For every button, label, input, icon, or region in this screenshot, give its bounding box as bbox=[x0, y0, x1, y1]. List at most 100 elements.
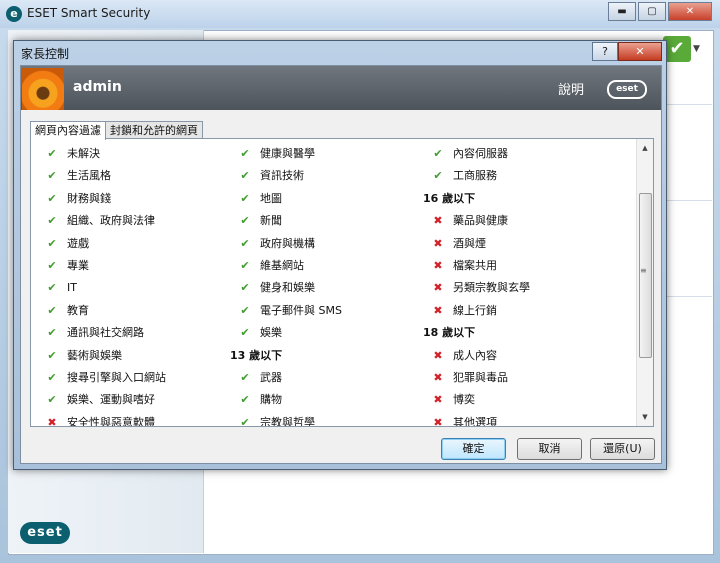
category-item[interactable]: ✔ 宗教與哲學 bbox=[228, 414, 342, 426]
category-item[interactable]: ✔ 工商服務 bbox=[421, 167, 530, 189]
allowed-check-icon[interactable]: ✔ bbox=[238, 324, 252, 342]
category-item[interactable]: ✔ 教育 bbox=[35, 302, 166, 324]
allowed-check-icon[interactable]: ✔ bbox=[45, 324, 59, 342]
category-item[interactable]: ✔ 政府與機構 bbox=[228, 235, 342, 257]
category-item[interactable]: ✖ 另類宗教與玄學 bbox=[421, 279, 530, 301]
allowed-check-icon[interactable]: ✔ bbox=[238, 145, 252, 163]
allowed-check-icon[interactable]: ✔ bbox=[45, 279, 59, 297]
category-item[interactable]: ✖ 檔案共用 bbox=[421, 257, 530, 279]
dialog-close-button[interactable]: ✕ bbox=[618, 42, 662, 61]
category-item[interactable]: ✔ 藝術與娛樂 bbox=[35, 347, 166, 369]
category-item[interactable]: ✔ 武器 bbox=[228, 369, 342, 391]
category-item[interactable]: ✔ 健身和娛樂 bbox=[228, 279, 342, 301]
category-item[interactable]: ✖ 犯罪與毒品 bbox=[421, 369, 530, 391]
category-item[interactable]: ✔ 搜尋引擎與入口網站 bbox=[35, 369, 166, 391]
allowed-check-icon[interactable]: ✔ bbox=[238, 257, 252, 275]
category-item[interactable]: ✔ 健康與醫學 bbox=[228, 145, 342, 167]
category-label: 健康與醫學 bbox=[260, 147, 315, 160]
ok-button[interactable]: 確定 bbox=[441, 438, 506, 460]
allowed-check-icon[interactable]: ✔ bbox=[45, 190, 59, 208]
category-item[interactable]: ✔ 生活風格 bbox=[35, 167, 166, 189]
category-label: 未解決 bbox=[67, 147, 100, 160]
category-label: 18 歲以下 bbox=[423, 326, 476, 340]
allowed-check-icon[interactable]: ✔ bbox=[45, 302, 59, 320]
vertical-scrollbar[interactable]: ▲ ≡ ▼ bbox=[636, 139, 653, 426]
category-item[interactable]: ✔ 娛樂、運動與嗜好 bbox=[35, 391, 166, 413]
category-label: 財務與錢 bbox=[67, 191, 111, 205]
tab-blocked-allowed-pages[interactable]: 封鎖和允許的網頁 bbox=[105, 121, 203, 139]
blocked-x-icon[interactable]: ✖ bbox=[431, 347, 445, 365]
category-label: 犯罪與毒品 bbox=[453, 370, 508, 384]
maximize-button[interactable]: ▢ bbox=[638, 2, 666, 21]
allowed-check-icon[interactable]: ✔ bbox=[238, 391, 252, 409]
allowed-check-icon[interactable]: ✔ bbox=[45, 212, 59, 230]
allowed-check-icon[interactable]: ✔ bbox=[45, 369, 59, 387]
allowed-check-icon[interactable]: ✔ bbox=[238, 414, 252, 426]
blocked-x-icon[interactable]: ✖ bbox=[431, 235, 445, 253]
scroll-up-icon[interactable]: ▲ bbox=[637, 141, 653, 155]
help-link[interactable]: 說明 bbox=[558, 79, 584, 98]
category-item[interactable]: ✔ 購物 bbox=[228, 391, 342, 413]
allowed-check-icon[interactable]: ✔ bbox=[238, 369, 252, 387]
category-item[interactable]: ✖ 線上行銷 bbox=[421, 302, 530, 324]
category-item[interactable]: ✔ 未解決 bbox=[35, 145, 166, 167]
category-item[interactable]: ✔ 維基網站 bbox=[228, 257, 342, 279]
blocked-x-icon[interactable]: ✖ bbox=[431, 279, 445, 297]
allowed-check-icon[interactable]: ✔ bbox=[431, 167, 445, 185]
blocked-x-icon[interactable]: ✖ bbox=[45, 414, 59, 426]
allowed-check-icon[interactable]: ✔ bbox=[431, 145, 445, 163]
scroll-down-icon[interactable]: ▼ bbox=[637, 410, 653, 424]
blocked-x-icon[interactable]: ✖ bbox=[431, 369, 445, 387]
age-group-header: 16 歲以下 bbox=[421, 190, 530, 212]
category-item[interactable]: ✔ 娛樂 bbox=[228, 324, 342, 346]
restore-button[interactable]: 還原(U) bbox=[590, 438, 655, 460]
parental-control-dialog: 家長控制 ? ✕ admin 說明 eset 網頁內容過濾 封鎖和允許的網頁 ✔… bbox=[13, 40, 667, 470]
category-item[interactable]: ✔ 專業 bbox=[35, 257, 166, 279]
tab-web-content-filter[interactable]: 網頁內容過濾 bbox=[30, 121, 106, 140]
allowed-check-icon[interactable]: ✔ bbox=[45, 391, 59, 409]
category-label: 維基網站 bbox=[260, 258, 304, 272]
allowed-check-icon[interactable]: ✔ bbox=[238, 302, 252, 320]
category-item[interactable]: ✖ 安全性與惡意軟體 bbox=[35, 414, 166, 426]
cancel-button[interactable]: 取消 bbox=[517, 438, 582, 460]
category-item[interactable]: ✔ 通訊與社交網路 bbox=[35, 324, 166, 346]
allowed-check-icon[interactable]: ✔ bbox=[45, 235, 59, 253]
close-button[interactable]: ✕ bbox=[668, 2, 712, 21]
minimize-button[interactable]: ▬ bbox=[608, 2, 636, 21]
category-item[interactable]: ✖ 酒與煙 bbox=[421, 235, 530, 257]
category-item[interactable]: ✔ 財務與錢 bbox=[35, 190, 166, 212]
chevron-down-icon[interactable]: ▼ bbox=[693, 36, 707, 62]
allowed-check-icon[interactable]: ✔ bbox=[45, 167, 59, 185]
blocked-x-icon[interactable]: ✖ bbox=[431, 414, 445, 426]
allowed-check-icon[interactable]: ✔ bbox=[238, 190, 252, 208]
allowed-check-icon[interactable]: ✔ bbox=[45, 347, 59, 365]
blocked-x-icon[interactable]: ✖ bbox=[431, 391, 445, 409]
allowed-check-icon[interactable]: ✔ bbox=[238, 212, 252, 230]
category-item[interactable]: ✖ 藥品與健康 bbox=[421, 212, 530, 234]
category-item[interactable]: ✖ 其他選項 bbox=[421, 414, 530, 426]
status-check-icon[interactable]: ✔ bbox=[663, 36, 691, 62]
category-column-1: ✔ 未解決 ✔ 生活風格 ✔ 財務與錢 ✔ 組織、政府與法律 ✔ 遊戲 ✔ 專業 ✔ IT ✔ 教育 ✔ 通訊與社… bbox=[35, 145, 166, 426]
scroll-thumb[interactable] bbox=[639, 193, 652, 358]
blocked-x-icon[interactable]: ✖ bbox=[431, 257, 445, 275]
category-item[interactable]: ✔ 內容伺服器 bbox=[421, 145, 530, 167]
category-label: 組織、政府與法律 bbox=[67, 214, 155, 228]
category-item[interactable]: ✖ 成人內容 bbox=[421, 347, 530, 369]
help-button[interactable]: ? bbox=[592, 42, 618, 61]
category-item[interactable]: ✖ 博奕 bbox=[421, 391, 530, 413]
blocked-x-icon[interactable]: ✖ bbox=[431, 302, 445, 320]
category-item[interactable]: ✔ 電子郵件與 SMS bbox=[228, 302, 342, 324]
allowed-check-icon[interactable]: ✔ bbox=[238, 279, 252, 297]
category-item[interactable]: ✔ IT bbox=[35, 279, 166, 301]
allowed-check-icon[interactable]: ✔ bbox=[238, 167, 252, 185]
blocked-x-icon[interactable]: ✖ bbox=[431, 212, 445, 230]
category-label: 新聞 bbox=[260, 214, 282, 228]
category-item[interactable]: ✔ 地圖 bbox=[228, 190, 342, 212]
allowed-check-icon[interactable]: ✔ bbox=[238, 235, 252, 253]
allowed-check-icon[interactable]: ✔ bbox=[45, 145, 59, 163]
category-item[interactable]: ✔ 組織、政府與法律 bbox=[35, 212, 166, 234]
category-item[interactable]: ✔ 新聞 bbox=[228, 212, 342, 234]
category-item[interactable]: ✔ 資訊技術 bbox=[228, 167, 342, 189]
category-item[interactable]: ✔ 遊戲 bbox=[35, 235, 166, 257]
allowed-check-icon[interactable]: ✔ bbox=[45, 257, 59, 275]
